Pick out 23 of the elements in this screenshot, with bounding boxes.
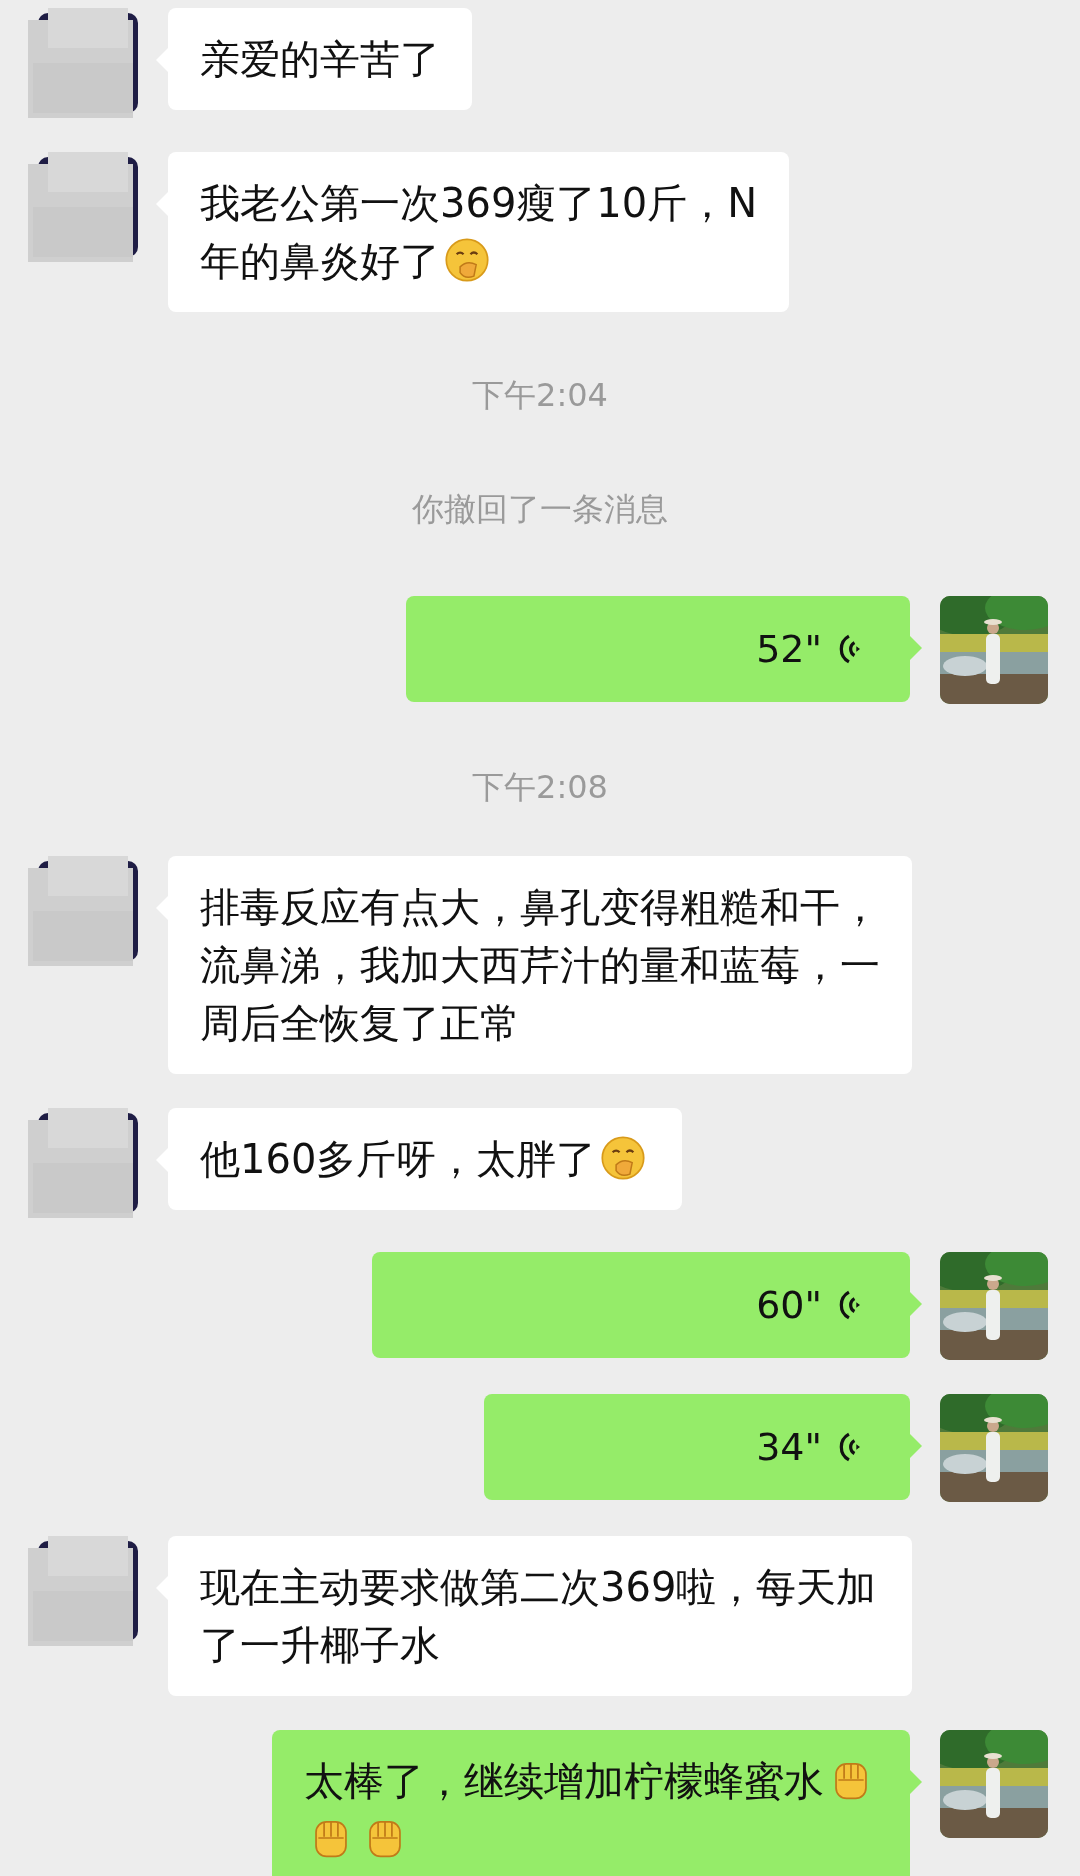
system-notice: 你撤回了一条消息 (412, 489, 668, 530)
message-text: 亲爱的辛苦了 (200, 36, 440, 82)
message-text: 排毒反应有点大，鼻孔变得粗糙和干，流鼻涕，我加大西芹汁的量和蓝莓，一周后全恢复了正常 (200, 884, 880, 1046)
smiling-face-icon (444, 237, 490, 283)
message-text: 他160多斤呀，太胖了 (200, 1136, 597, 1182)
voice-message[interactable]: 60" (372, 1252, 910, 1358)
covered-avatar-drawing[interactable] (28, 1108, 138, 1218)
covered-avatar-drawing[interactable] (28, 152, 138, 262)
smiling-face-icon (600, 1135, 647, 1181)
voice-message[interactable]: 34" (483, 1394, 910, 1500)
covered-avatar-drawing[interactable] (28, 8, 138, 118)
covered-avatar-drawing[interactable] (28, 1536, 138, 1646)
message-text: 年的鼻炎好了 (200, 238, 440, 284)
message-text: 我老公第一次369瘦了10斤，N (200, 180, 758, 226)
message-text: 太棒了，继续增加柠檬蜂蜜水 (304, 1758, 824, 1804)
bubble-tail (910, 1434, 922, 1458)
bubble-tail (910, 636, 922, 660)
covered-avatar-drawing[interactable] (28, 856, 138, 966)
timestamp: 下午2:04 (472, 375, 608, 416)
timestamp: 下午2:08 (472, 767, 608, 808)
message-text: 现在主动要求做第二次369啦，每天加了一升椰子水 (200, 1564, 877, 1668)
bubble-tail (910, 1292, 922, 1316)
voice-message[interactable]: 52" (406, 596, 910, 702)
